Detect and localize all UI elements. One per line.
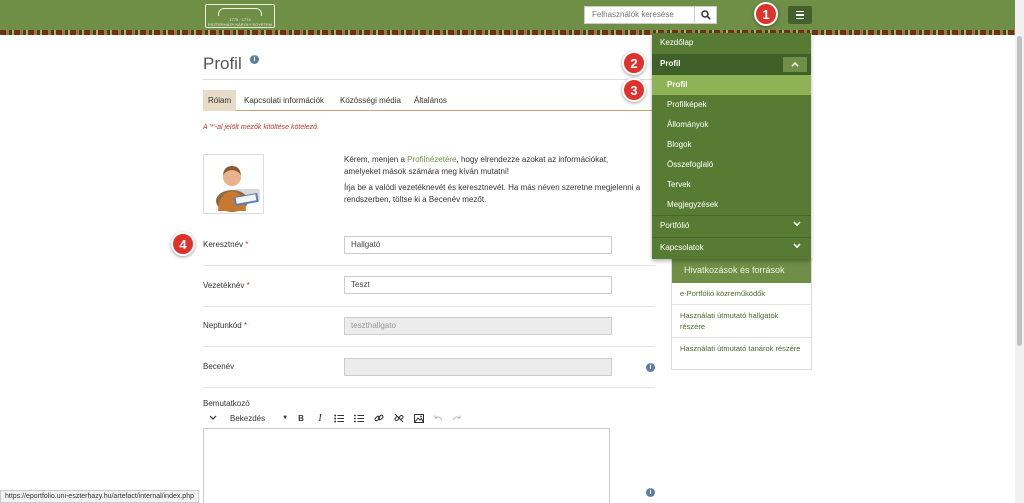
menu-item-kezdolap[interactable]: Kezdőlap bbox=[652, 33, 811, 54]
nickname-info-icon[interactable]: i bbox=[646, 363, 655, 372]
redo-icon[interactable] bbox=[447, 411, 465, 425]
undo-icon[interactable] bbox=[429, 411, 447, 425]
sidebar-link-student-guide[interactable]: Használati útmutató hallgatók részére bbox=[672, 305, 811, 338]
collapse-chevron-up-icon[interactable] bbox=[783, 57, 807, 72]
intro-paragraph-2: Írja be a valódi vezetéknevét és kereszt… bbox=[344, 183, 641, 204]
main-menu-dropdown: Kezdőlap Profil Profil Profilképek Állom… bbox=[652, 33, 811, 259]
step-badge-2: 2 bbox=[622, 51, 646, 75]
tab-altalanos[interactable]: Általános bbox=[412, 90, 449, 111]
italic-icon[interactable]: I bbox=[311, 411, 329, 425]
submenu-item-tervek[interactable]: Tervek bbox=[652, 175, 811, 195]
main-menu-button[interactable] bbox=[788, 6, 812, 24]
lastname-label: Vezetéknév * bbox=[203, 281, 250, 290]
paragraph-format-select[interactable]: Bekezdés ▼ bbox=[223, 411, 291, 425]
step-badge-1: 1 bbox=[754, 2, 778, 26]
user-avatar-icon bbox=[216, 166, 260, 212]
editor-toolbar: Bekezdés ▼ B I bbox=[203, 411, 503, 425]
menu-item-portfolio[interactable]: Portfólió bbox=[652, 216, 811, 237]
sidebar-link-contributors[interactable]: e-Portfólió közreműködők bbox=[672, 283, 811, 305]
link-icon[interactable] bbox=[369, 411, 389, 425]
submenu-item-profil[interactable]: Profil bbox=[652, 75, 811, 95]
numbered-list-icon[interactable] bbox=[349, 411, 369, 425]
user-search-input[interactable]: Felhasználók keresése bbox=[584, 6, 694, 24]
submenu-item-osszefoglalo[interactable]: Összefoglaló bbox=[652, 155, 811, 175]
title-info-icon[interactable]: i bbox=[250, 55, 259, 64]
logo-name-text: ESZTERHÁZY KÁROLY EGYETEM bbox=[207, 22, 272, 27]
toolbar-toggle-chevron-icon[interactable] bbox=[203, 411, 223, 425]
format-dropdown-arrow-icon: ▼ bbox=[282, 415, 289, 421]
submenu-item-megjegyzesek[interactable]: Megjegyzések bbox=[652, 195, 811, 215]
title-divider bbox=[203, 79, 655, 80]
step-badge-4: 4 bbox=[171, 232, 195, 256]
search-icon bbox=[700, 10, 711, 20]
firstname-field[interactable]: Hallgató bbox=[344, 236, 612, 254]
university-logo[interactable]: 1775 · 1774 ESZTERHÁZY KÁROLY EGYETEM bbox=[205, 4, 275, 28]
submenu-item-profilkepek[interactable]: Profilképek bbox=[652, 95, 811, 115]
header-pattern-strip bbox=[0, 30, 1024, 35]
profile-view-link[interactable]: Profilnézetére bbox=[407, 155, 456, 164]
required-note: A '*'-al jelölt mezők kitöltése kötelező… bbox=[203, 124, 320, 131]
nickname-field[interactable] bbox=[344, 358, 612, 376]
profile-avatar[interactable] bbox=[203, 154, 264, 214]
firstname-label: Keresztnév * bbox=[203, 240, 249, 249]
hamburger-icon bbox=[796, 10, 804, 13]
step-badge-3: 3 bbox=[622, 78, 646, 102]
intro-paragraph-1: Kérem, menjen a Profilnézetére, hogy elr… bbox=[344, 155, 609, 176]
bio-editor[interactable] bbox=[203, 428, 610, 503]
page-title: Profil bbox=[203, 54, 242, 73]
neptun-code-label: Neptunkód * bbox=[203, 321, 248, 330]
tab-kozossegi-media[interactable]: Közösségi média bbox=[338, 90, 403, 111]
expand-chevron-down-icon[interactable] bbox=[793, 221, 801, 226]
logo-building-icon bbox=[218, 8, 262, 16]
top-header bbox=[0, 0, 1024, 30]
tab-kapcsolati-informaciok[interactable]: Kapcsolati információk bbox=[242, 90, 326, 111]
unlink-icon[interactable] bbox=[389, 411, 409, 425]
links-resources-card: Hivatkozások és források e-Portfólió köz… bbox=[671, 258, 812, 370]
submenu-item-allomanyok[interactable]: Állományok bbox=[652, 115, 811, 135]
menu-item-profil[interactable]: Profil bbox=[652, 54, 811, 75]
search-button[interactable] bbox=[694, 6, 717, 24]
browser-status-url: https://eportfolio.uni-eszterhazy.hu/art… bbox=[0, 490, 199, 503]
bio-info-icon[interactable]: i bbox=[646, 488, 655, 497]
bio-label: Bemutatkozó bbox=[203, 399, 250, 408]
expand-chevron-down-icon[interactable] bbox=[793, 243, 801, 248]
bold-icon[interactable]: B bbox=[291, 411, 311, 425]
nickname-label: Becenév bbox=[203, 362, 235, 371]
submenu-item-blogok[interactable]: Blogok bbox=[652, 135, 811, 155]
menu-item-kapcsolatok[interactable]: Kapcsolatok bbox=[652, 238, 811, 259]
neptun-code-field: teszthallgato bbox=[344, 317, 612, 335]
page-scrollbar-thumb[interactable] bbox=[1017, 36, 1022, 346]
sidebar-link-teacher-guide[interactable]: Használati útmutató tanárok részére bbox=[672, 338, 811, 359]
links-resources-title: Hivatkozások és források bbox=[672, 259, 811, 283]
lastname-field[interactable]: Teszt bbox=[344, 276, 612, 294]
bullet-list-icon[interactable] bbox=[329, 411, 349, 425]
image-icon[interactable] bbox=[409, 411, 429, 425]
profile-tabs: Rólam Kapcsolati információk Közösségi m… bbox=[203, 90, 655, 111]
tab-rolam[interactable]: Rólam bbox=[203, 90, 237, 111]
